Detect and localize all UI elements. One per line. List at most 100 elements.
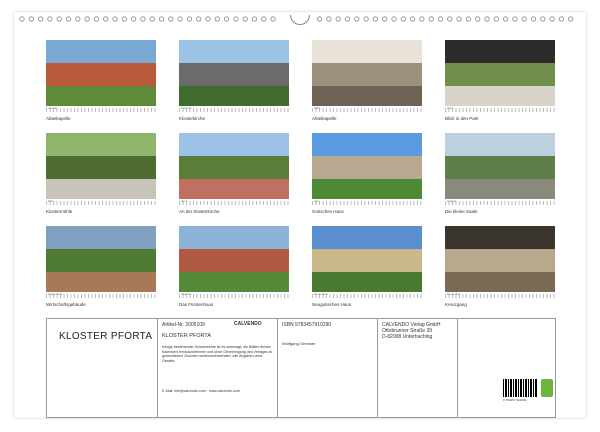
spiral-ring <box>37 16 44 22</box>
spiral-ring <box>270 16 276 22</box>
mini-calendar-strip <box>179 201 289 205</box>
spiral-ring <box>354 16 360 22</box>
spiral-ring <box>121 16 127 22</box>
barcode <box>503 379 537 397</box>
spiral-ring <box>177 16 183 22</box>
spiral-ring <box>224 16 230 22</box>
mini-calendar-strip <box>179 108 289 112</box>
spiral-ring <box>502 16 509 22</box>
month-photo <box>179 133 289 199</box>
mini-calendar-strip <box>445 201 555 205</box>
mini-calendar-strip <box>46 201 156 205</box>
calendar-sheet: Januar Abteikapelle Februar Klosterkirche Mä… <box>14 12 586 418</box>
spiral-ring <box>186 16 192 22</box>
info-column-barcode <box>457 319 556 417</box>
spiral-ring <box>409 16 416 22</box>
spiral-ring <box>261 16 267 22</box>
spiral-ring <box>168 16 174 22</box>
calvendo-logo: CALVENDO <box>234 321 262 327</box>
spiral-ring <box>372 16 378 22</box>
spiral-ring <box>568 16 574 22</box>
spiral-ring <box>47 16 53 22</box>
contact-line: E-Mail: info@calvendo.com · www.calvendo… <box>162 389 240 393</box>
month-label: Juni <box>181 199 187 203</box>
mini-calendar-strip <box>312 108 422 112</box>
spiral-ring <box>391 16 397 22</box>
month-photo <box>445 226 555 292</box>
isbn: ISBN 9783457910290 <box>282 322 332 328</box>
article-number: Artikel-Nr. 2005109 <box>162 322 205 328</box>
spiral-ring <box>549 16 555 22</box>
spiral-ring <box>316 16 323 22</box>
spiral-ring <box>205 16 211 22</box>
spiral-ring <box>344 16 351 22</box>
month-label: März <box>314 106 321 110</box>
spiral-ring <box>131 16 137 22</box>
spiral-ring <box>540 16 546 22</box>
spiral-ring <box>158 16 165 22</box>
spiral-ring <box>335 16 341 22</box>
month-photo <box>179 40 289 106</box>
info-column-isbn: ISBN 9783457910290 Wolfgang Gerstner <box>277 319 378 417</box>
spiral-ring <box>19 16 25 22</box>
month-photo <box>179 226 289 292</box>
spiral-ring <box>65 16 72 22</box>
mini-calendar-strip <box>46 108 156 112</box>
photo-caption: Das Fürstenhaus <box>179 302 214 307</box>
spiral-ring <box>28 16 34 22</box>
spiral-ring <box>437 16 444 22</box>
spiral-ring <box>475 16 481 22</box>
spiral-ring <box>56 16 62 22</box>
mini-calendar-strip <box>312 294 422 298</box>
info-column-article: Artikel-Nr. 2005109 CALVENDO KLOSTER PFO… <box>157 319 278 417</box>
spiral-ring <box>84 16 90 22</box>
month-photo <box>312 133 422 199</box>
month-label: August <box>447 199 457 203</box>
title-small: KLOSTER PFORTA <box>162 333 212 339</box>
spiral-ring <box>326 16 332 22</box>
month-photo <box>445 133 555 199</box>
month-photo <box>445 40 555 106</box>
month-label: Juli <box>314 199 319 203</box>
spiral-ring <box>465 16 471 22</box>
author: Wolfgang Gerstner <box>282 341 316 346</box>
month-label: November <box>314 292 328 296</box>
publisher-city: D-82008 Unterhaching <box>382 334 433 340</box>
month-photo <box>46 226 156 292</box>
photo-caption: Wirtschaftsgebäude <box>46 302 86 307</box>
month-photo <box>46 40 156 106</box>
spiral-ring <box>93 16 100 22</box>
spiral-ring <box>75 16 81 22</box>
month-label: April <box>447 106 454 110</box>
month-label: Oktober <box>181 292 192 296</box>
photo-caption: Neugotisches Haus <box>312 302 352 307</box>
month-photo <box>312 40 422 106</box>
spiral-ring <box>419 16 425 22</box>
spiral-ring <box>558 16 565 22</box>
mini-calendar-strip <box>445 294 555 298</box>
spiral-ring <box>530 16 537 22</box>
product-title: KLOSTER PFORTA <box>59 331 153 342</box>
photo-caption: Klosterkirche <box>179 116 206 121</box>
month-label: September <box>48 292 63 296</box>
photo-caption: Klostermühle <box>46 209 73 214</box>
spiral-ring <box>484 16 490 22</box>
spiral-ring <box>251 16 258 22</box>
legal-text: Infolge bestehender Schutzrechte ist es … <box>162 345 273 363</box>
photo-caption: Abteikapelle <box>46 116 71 121</box>
month-label: Februar <box>181 106 192 110</box>
month-label: Dezember <box>447 292 461 296</box>
mini-calendar-strip <box>445 108 555 112</box>
photo-caption: Kreuzgang <box>445 302 467 307</box>
month-photo <box>46 133 156 199</box>
photo-caption: Abteikapelle <box>312 116 337 121</box>
spiral-ring <box>196 16 202 22</box>
spiral-ring <box>447 16 453 22</box>
photo-caption: Blick in den Park <box>445 116 479 121</box>
photo-caption: Die kleine Saale <box>445 209 478 214</box>
spiral-ring <box>428 16 434 22</box>
spiral-ring <box>242 16 248 22</box>
month-label: Mai <box>48 199 53 203</box>
spiral-ring <box>382 16 388 22</box>
spiral-ring <box>521 16 527 22</box>
